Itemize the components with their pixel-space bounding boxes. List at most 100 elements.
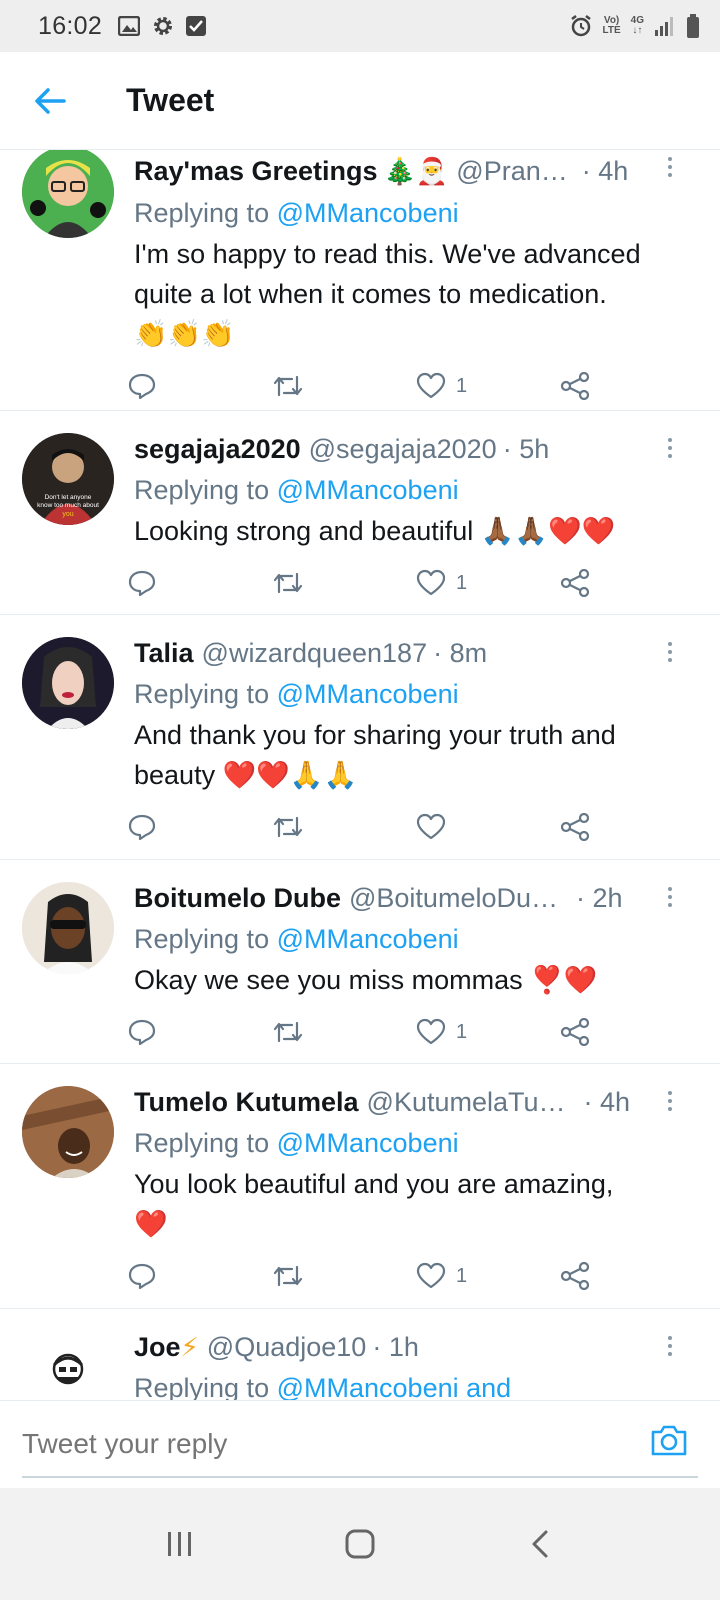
- display-name[interactable]: segajaja2020: [134, 434, 301, 465]
- display-name[interactable]: Boitumelo Dube: [134, 883, 341, 914]
- more-options-button[interactable]: [660, 433, 680, 463]
- avatar[interactable]: [22, 1086, 114, 1178]
- display-name[interactable]: Joe: [134, 1332, 181, 1363]
- tweet[interactable]: Don't let anyone know too much about you s…: [0, 411, 720, 615]
- svg-text:Don't let anyone: Don't let anyone: [45, 494, 92, 501]
- reply-button[interactable]: [128, 1262, 272, 1290]
- name-emoji: 🎄🎅: [383, 155, 449, 186]
- signal-icon: [655, 17, 673, 36]
- display-name[interactable]: Tumelo Kutumela: [134, 1087, 359, 1118]
- share-icon: [560, 1262, 590, 1290]
- reply-icon: [128, 1263, 156, 1290]
- gallery-icon: [118, 16, 141, 36]
- heart-icon: [416, 1262, 446, 1289]
- heart-icon: [416, 1018, 446, 1045]
- reply-button[interactable]: [128, 813, 272, 841]
- retweet-button[interactable]: [272, 570, 416, 596]
- more-options-button[interactable]: [660, 637, 680, 667]
- more-options-button[interactable]: [660, 1331, 680, 1361]
- arrow-left-icon: [35, 87, 66, 114]
- reply-button[interactable]: [128, 1018, 272, 1046]
- mention-link[interactable]: @MMancobeni and: [277, 1373, 512, 1403]
- avatar[interactable]: Don't let anyone know too much about you: [22, 433, 114, 525]
- recents-button[interactable]: [140, 1504, 220, 1584]
- reply-input[interactable]: [22, 1421, 622, 1467]
- like-count: 1: [456, 571, 468, 594]
- mention-link[interactable]: @MMancobeni: [277, 198, 459, 228]
- text-emoji: 🙏🏾🙏🏾❤️❤️: [480, 516, 616, 546]
- tweet-text: You look beautiful and you are amazing, ❤…: [134, 1169, 614, 1239]
- handle[interactable]: @Pran…: [456, 156, 567, 187]
- retweet-icon: [273, 1265, 303, 1287]
- tweet[interactable]: Talia @wizardqueen187 · 8m Replying to @…: [0, 615, 720, 860]
- tweet-actions: 1: [128, 1244, 720, 1308]
- timestamp: · 8m: [433, 637, 488, 668]
- share-button[interactable]: [560, 1262, 704, 1290]
- timestamp: · 2h: [576, 882, 623, 913]
- mention-link[interactable]: @MMancobeni: [277, 679, 459, 709]
- like-button[interactable]: 1: [416, 372, 560, 400]
- handle[interactable]: @KutumelaTu…: [367, 1087, 566, 1118]
- retweet-button[interactable]: [272, 814, 416, 840]
- timestamp: · 4h: [581, 155, 629, 186]
- reply-composer: [0, 1400, 720, 1488]
- tweet[interactable]: Ray'mas Greetings 🎄🎅 @Pran… · 4h Replyin…: [0, 150, 720, 411]
- text-emoji: ❤️❤️🙏🙏: [222, 760, 358, 790]
- status-time: 16:02: [38, 11, 103, 40]
- mention-link[interactable]: @MMancobeni: [277, 924, 459, 954]
- settings-icon: [154, 17, 173, 35]
- replying-to: Replying to @MMancobeni: [134, 475, 459, 505]
- retweet-button[interactable]: [272, 1019, 416, 1045]
- display-name[interactable]: Talia: [134, 638, 194, 669]
- retweet-button[interactable]: [272, 1263, 416, 1289]
- handle[interactable]: @segajaja2020: [309, 434, 497, 465]
- more-options-button[interactable]: [660, 882, 680, 912]
- text-emoji: 👏👏👏: [134, 319, 235, 349]
- back-nav-button[interactable]: [500, 1504, 580, 1584]
- share-button[interactable]: [560, 813, 704, 841]
- handle[interactable]: @Quadjoe10: [207, 1332, 367, 1363]
- tweet-actions: 1: [128, 551, 720, 615]
- avatar[interactable]: [22, 882, 114, 974]
- share-icon: [560, 372, 590, 400]
- reply-feed[interactable]: Ray'mas Greetings 🎄🎅 @Pran… · 4h Replyin…: [0, 150, 720, 1428]
- reply-icon: [128, 814, 156, 841]
- reply-button[interactable]: [128, 569, 272, 597]
- share-button[interactable]: [560, 1018, 704, 1046]
- tweet[interactable]: Tumelo Kutumela @KutumelaTu… · 4h Replyi…: [0, 1064, 720, 1309]
- status-system-icons: Vo) LTE 4G ↓↑: [569, 14, 701, 38]
- share-button[interactable]: [560, 569, 704, 597]
- camera-button[interactable]: [650, 1423, 690, 1463]
- avatar[interactable]: [22, 637, 114, 729]
- retweet-icon: [273, 375, 303, 397]
- timestamp: · 1h: [372, 1331, 419, 1362]
- like-button[interactable]: 1: [416, 1018, 560, 1046]
- avatar[interactable]: [22, 150, 114, 238]
- tweet-actions: [128, 795, 720, 859]
- home-button[interactable]: [320, 1504, 400, 1584]
- mention-link[interactable]: @MMancobeni: [277, 1128, 459, 1158]
- reply-button[interactable]: [128, 372, 272, 400]
- retweet-button[interactable]: [272, 373, 416, 399]
- display-name[interactable]: Ray'mas Greetings: [134, 156, 378, 187]
- more-options-button[interactable]: [660, 1086, 680, 1116]
- page-title: Tweet: [126, 82, 215, 118]
- handle[interactable]: @wizardqueen187: [202, 638, 428, 669]
- back-button[interactable]: [0, 52, 100, 150]
- app-bar: Tweet: [0, 52, 720, 150]
- tweet-text: I'm so happy to read this. We've advance…: [134, 239, 641, 349]
- mention-link[interactable]: @MMancobeni: [277, 475, 459, 505]
- retweet-icon: [273, 1021, 303, 1043]
- like-button[interactable]: 1: [416, 569, 560, 597]
- system-nav-bar: [0, 1488, 720, 1600]
- more-options-button[interactable]: [660, 152, 680, 182]
- like-button[interactable]: [416, 813, 560, 841]
- replying-to: Replying to @MMancobeni: [134, 924, 459, 954]
- home-icon: [345, 1529, 375, 1559]
- text-emoji: ❣️❤️: [530, 965, 598, 995]
- volte-indicator: Vo) LTE: [602, 15, 621, 36]
- share-button[interactable]: [560, 372, 704, 400]
- handle[interactable]: @BoitumeloDu…: [349, 883, 558, 914]
- like-button[interactable]: 1: [416, 1262, 560, 1290]
- tweet[interactable]: Boitumelo Dube @BoitumeloDu… · 2h Replyi…: [0, 860, 720, 1064]
